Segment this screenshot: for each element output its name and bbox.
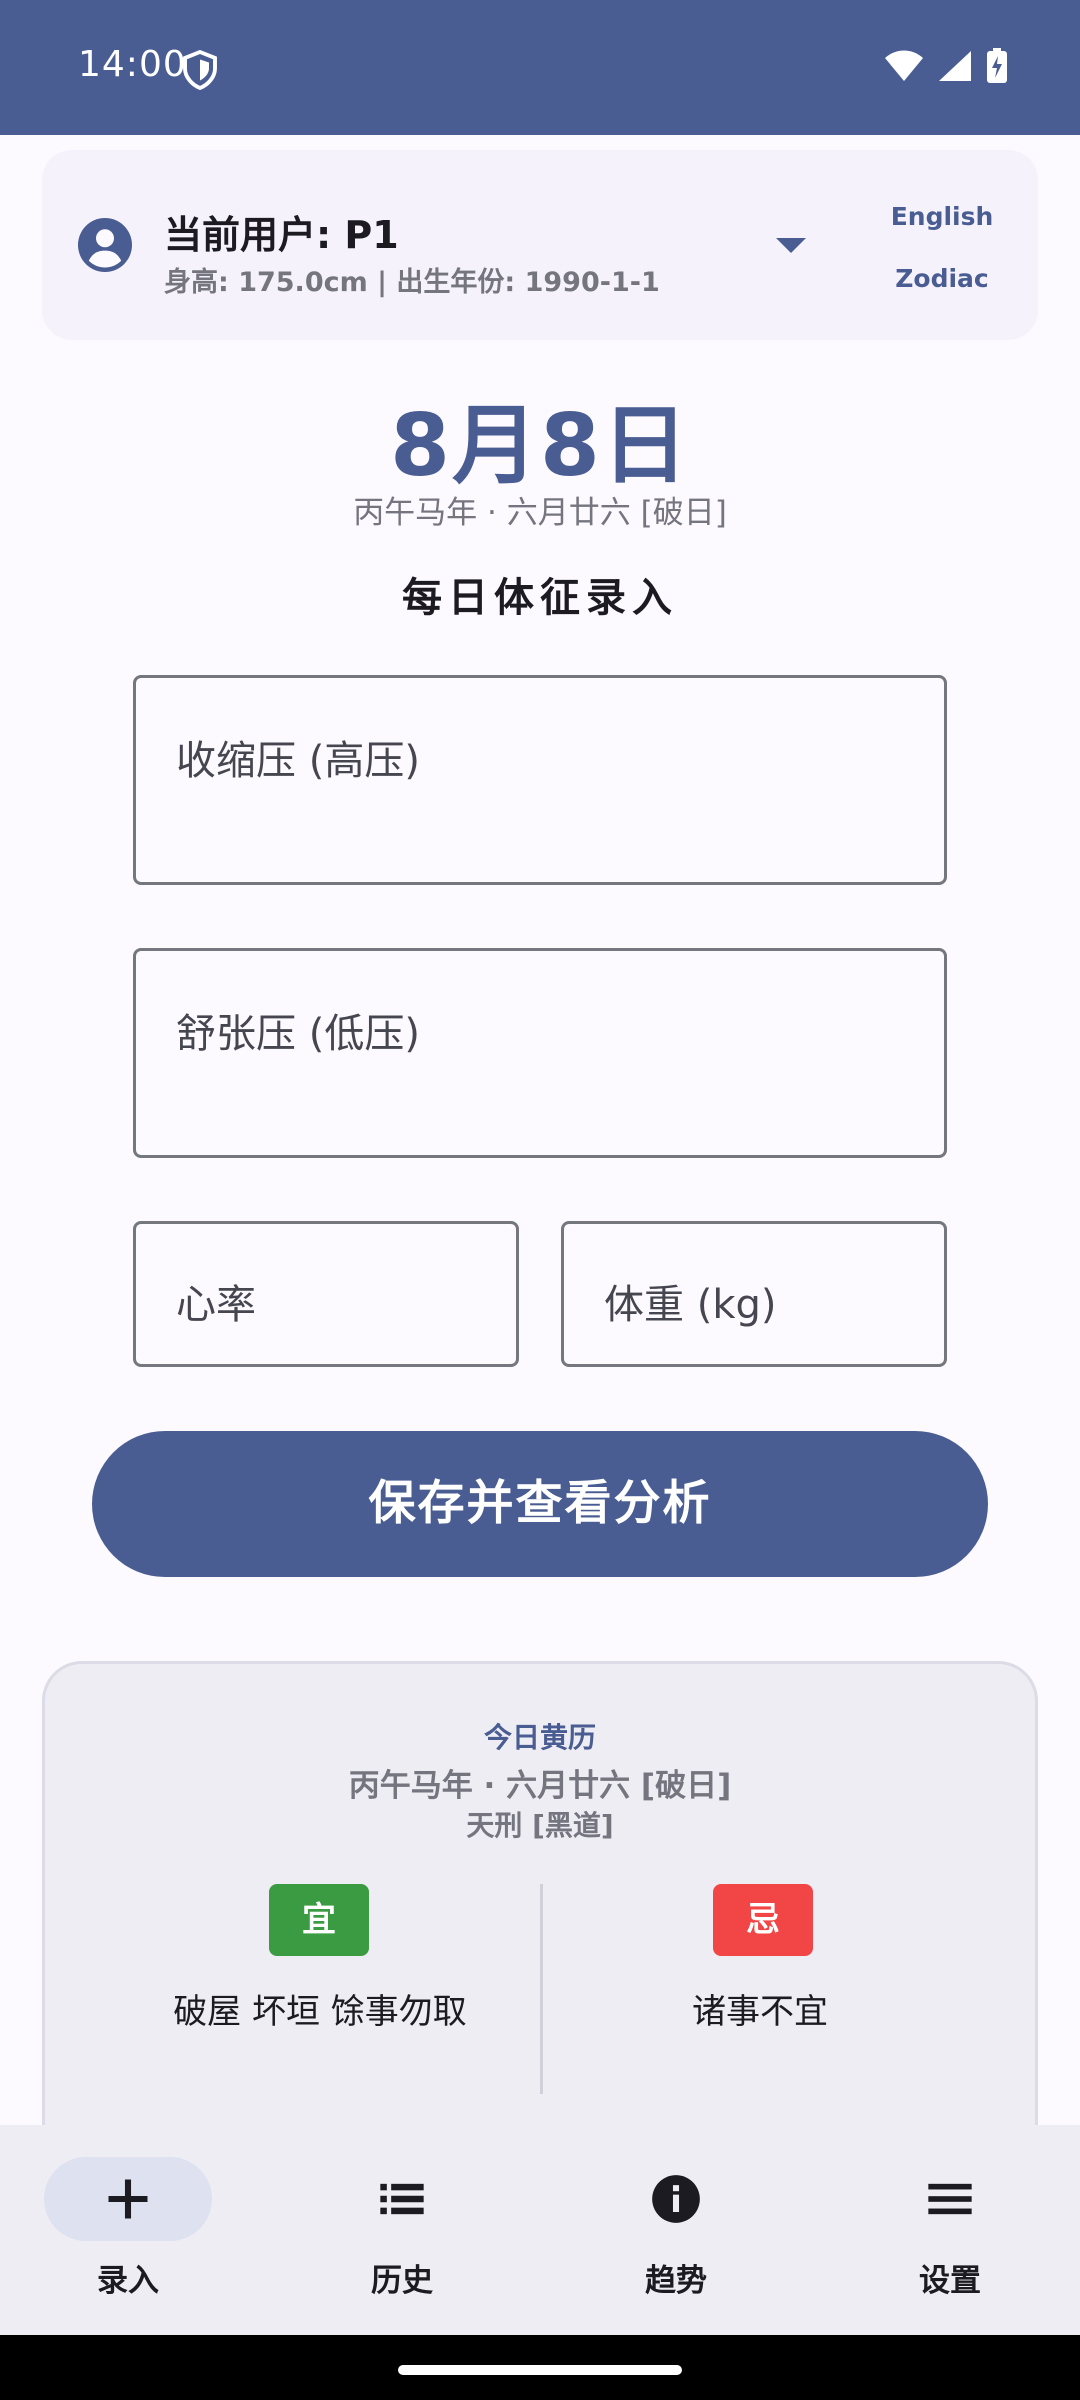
- systolic-placeholder: 收缩压 (高压): [176, 738, 420, 784]
- status-time: 14:00: [78, 44, 187, 85]
- nav-label-history: 历史: [371, 2263, 433, 2299]
- almanac-title: 今日黄历: [483, 1721, 596, 1754]
- nav-label-trend: 趋势: [645, 2263, 707, 2299]
- dropdown-arrow-icon[interactable]: [776, 238, 806, 253]
- ji-text: 诸事不宜: [692, 1992, 828, 2032]
- heart-rate-input[interactable]: 心率: [133, 1221, 519, 1367]
- nav-item-trend[interactable]: 趋势: [548, 2125, 818, 2335]
- systolic-input[interactable]: 收缩压 (高压): [133, 675, 947, 885]
- plus-icon: [108, 2179, 148, 2219]
- diastolic-placeholder: 舒张压 (低压): [176, 1011, 420, 1057]
- nav-label-settings: 设置: [919, 2263, 981, 2299]
- weight-placeholder: 体重 (kg): [604, 1282, 777, 1328]
- bottom-nav: 录入 历史 趋势 设置: [0, 2125, 1080, 2335]
- user-meta: 身高: 175.0cm | 出生年份: 1990-1-1: [164, 267, 660, 298]
- user-card[interactable]: 当前用户: P1 身高: 175.0cm | 出生年份: 1990-1-1 En…: [42, 150, 1038, 340]
- yi-text: 破屋 坏垣 馀事勿取: [173, 1992, 467, 2032]
- almanac-day-god: 天刑 [黑道]: [466, 1809, 614, 1842]
- nav-item-history[interactable]: 历史: [274, 2125, 544, 2335]
- list-icon: [380, 2183, 424, 2215]
- almanac-divider: [540, 1884, 543, 2094]
- date-title: 8月8日: [390, 396, 690, 496]
- nav-item-settings[interactable]: 设置: [822, 2125, 1080, 2335]
- heart-rate-placeholder: 心率: [176, 1282, 256, 1328]
- wifi-icon: [885, 50, 923, 81]
- yi-badge: 宜: [269, 1884, 369, 1956]
- nav-item-entry[interactable]: 录入: [0, 2125, 270, 2335]
- signal-icon: [939, 51, 971, 81]
- status-bar: 14:00: [0, 0, 1080, 135]
- home-gesture-bar[interactable]: [398, 2365, 682, 2375]
- section-title: 每日体征录入: [402, 575, 678, 621]
- gesture-area: [0, 2335, 1080, 2400]
- almanac-card: 今日黄历 丙午马年 · 六月廿六 [破日] 天刑 [黑道] 宜 破屋 坏垣 馀事…: [42, 1661, 1038, 2131]
- account-circle-icon: [78, 218, 132, 272]
- current-user-name: 当前用户: P1: [164, 213, 399, 257]
- battery-charging-icon: [987, 48, 1007, 83]
- lunar-date: 丙午马年 · 六月廿六 [破日]: [353, 495, 727, 531]
- ji-badge: 忌: [713, 1884, 813, 1956]
- nav-label-entry: 录入: [97, 2263, 159, 2299]
- menu-icon: [928, 2183, 972, 2215]
- weight-input[interactable]: 体重 (kg): [561, 1221, 947, 1367]
- zodiac-button[interactable]: Zodiac: [872, 264, 1012, 293]
- diastolic-input[interactable]: 舒张压 (低压): [133, 948, 947, 1158]
- save-and-analyze-button[interactable]: 保存并查看分析: [92, 1431, 988, 1577]
- english-button[interactable]: English: [872, 202, 1012, 231]
- info-icon: [652, 2175, 700, 2223]
- almanac-lunar-date: 丙午马年 · 六月廿六 [破日]: [348, 1768, 732, 1804]
- shield-icon: [183, 50, 217, 90]
